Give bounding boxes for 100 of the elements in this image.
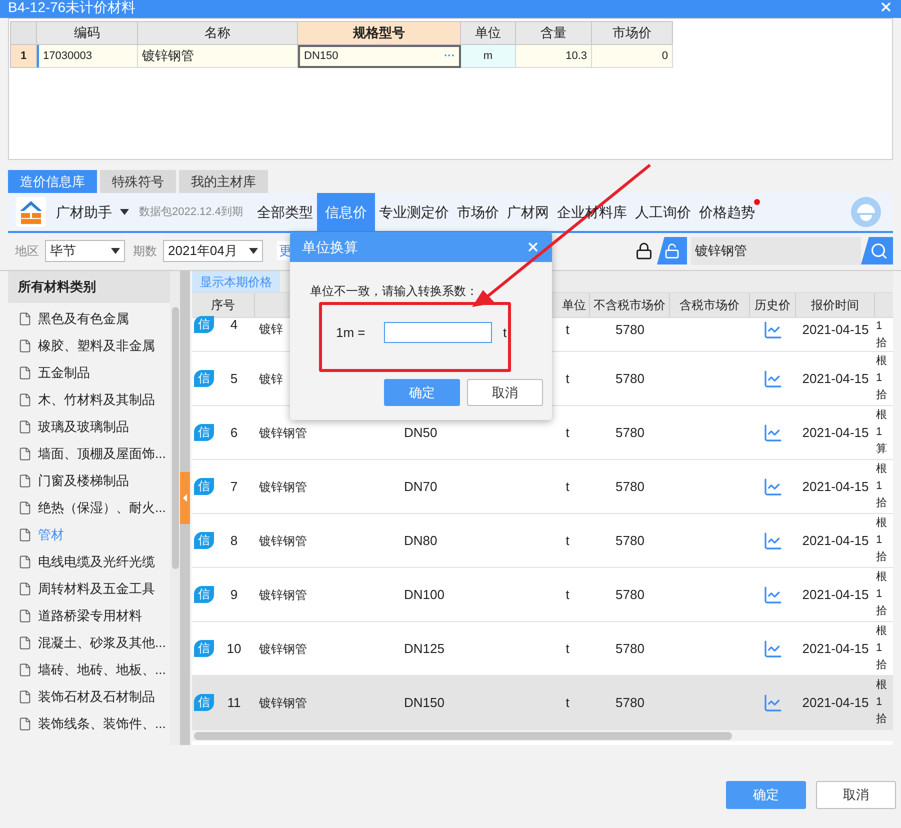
table-cell-text: t: [564, 532, 570, 550]
category-item[interactable]: 装饰石材及石材制品: [8, 683, 170, 710]
brand-caret-icon: [120, 209, 129, 215]
table-cell[interactable]: 镀锌钢管: [138, 45, 298, 68]
info-badge: 信: [194, 370, 214, 387]
column-header[interactable]: 单位: [461, 21, 516, 45]
category-item[interactable]: 墙面、顶棚及屋面饰...: [8, 440, 170, 467]
price-history-icon[interactable]: [763, 320, 783, 340]
nav-tab[interactable]: 专业测定价: [374, 193, 453, 231]
row-number: 10: [226, 640, 242, 658]
table-cell-text: 根: [876, 624, 888, 639]
table-row[interactable]: 信 9 镀锌钢管 DN100 t 5780 2021-04-15 根 1 拾: [192, 568, 893, 622]
info-badge: 信: [194, 586, 214, 603]
cancel-button[interactable]: 取消: [467, 379, 543, 406]
nav-tab[interactable]: 广材网: [502, 193, 553, 231]
category-item[interactable]: 门窗及楼梯制品: [8, 467, 170, 494]
column-header: 报价时间: [796, 293, 875, 317]
collapse-handle[interactable]: [180, 472, 190, 524]
price-history-icon[interactable]: [763, 422, 783, 442]
price-history-icon[interactable]: [763, 530, 783, 550]
nav-tab[interactable]: 市场价: [452, 193, 503, 231]
row-number: 8: [229, 532, 239, 550]
period-dropdown[interactable]: 2021年04月: [163, 240, 263, 262]
brand-name[interactable]: 广材助手: [56, 202, 112, 222]
tab[interactable]: 我的主材库: [179, 170, 268, 193]
category-item[interactable]: 五金制品: [8, 359, 170, 386]
lock-icon[interactable]: [635, 242, 653, 260]
table-cell-text: 根: [876, 516, 888, 531]
table-cell-text: DN100: [403, 586, 446, 604]
table-cell[interactable]: 0: [592, 45, 673, 68]
info-badge: 信: [194, 424, 214, 441]
scrollbar-thumb[interactable]: [172, 307, 178, 569]
column-header: 含税市场价: [670, 293, 750, 317]
category-item[interactable]: 橡胶、塑料及非金属: [8, 332, 170, 359]
info-badge: 信: [194, 316, 214, 334]
table-cell[interactable]: DN150 ···: [298, 45, 461, 68]
table-cell-text: 1: [876, 319, 884, 334]
table-cell-text: 5780: [614, 586, 646, 604]
table-cell-text: 根: [876, 462, 888, 477]
table-row[interactable]: 信 8 镀锌钢管 DN80 t 5780 2021-04-15 根 1 拾: [192, 514, 893, 568]
column-header[interactable]: 含量: [516, 21, 592, 45]
table-row[interactable]: 信 6 镀锌钢管 DN50 t 5780 2021-04-15 根 1 算: [192, 406, 893, 460]
cancel-button[interactable]: 取消: [816, 781, 896, 809]
table-row[interactable]: 信 7 镀锌钢管 DN70 t 5780 2021-04-15 根 1 拾: [192, 460, 893, 514]
category-item[interactable]: 电线电缆及光纤光缆: [8, 548, 170, 575]
category-item[interactable]: 周转材料及五金工具: [8, 575, 170, 602]
search-button[interactable]: [861, 236, 893, 264]
row-number: 11: [226, 694, 242, 712]
category-item[interactable]: 墙砖、地砖、地板、...: [8, 656, 170, 683]
column-header[interactable]: 规格型号: [298, 21, 461, 45]
table-cell[interactable]: 17030003: [37, 45, 138, 68]
dropdown-caret-icon: [249, 248, 258, 254]
table-cell-text: t: [564, 370, 570, 388]
table-cell-text: 镀锌: [259, 370, 283, 388]
table-cell[interactable]: 10.3: [516, 45, 592, 68]
row-number: 4: [229, 316, 239, 334]
category-item[interactable]: 混凝土、砂浆及其他...: [8, 629, 170, 656]
region-dropdown[interactable]: 毕节: [45, 240, 125, 262]
search-field[interactable]: 镀锌钢管: [691, 236, 861, 264]
price-history-icon[interactable]: [763, 692, 783, 712]
scrollbar-thumb[interactable]: [194, 732, 732, 740]
table-cell-text: 镀锌钢管: [259, 694, 307, 712]
nav-tab[interactable]: 价格趋势: [694, 193, 759, 231]
price-history-icon[interactable]: [763, 638, 783, 658]
column-header[interactable]: 市场价: [592, 21, 673, 45]
price-history-icon[interactable]: [763, 368, 783, 388]
table-cell[interactable]: m: [461, 45, 516, 68]
table-cell-text: 2021-04-15: [801, 640, 870, 658]
search-icon: [870, 242, 888, 260]
region-label: 地区: [15, 242, 39, 260]
dialog-message: 单位不一致，请输入转换系数：: [310, 283, 478, 300]
conversion-input[interactable]: [384, 322, 492, 343]
category-item[interactable]: 装饰线条、装饰件、...: [8, 710, 170, 737]
category-item[interactable]: 木、竹材料及其制品: [8, 386, 170, 413]
category-item[interactable]: 黑色及有色金属: [8, 305, 170, 332]
table-cell-text: 5780: [614, 640, 646, 658]
tab[interactable]: 特殊符号: [100, 170, 176, 193]
table-cell-text: 1: [876, 641, 884, 656]
info-badge: 信: [194, 478, 214, 495]
column-header: 历史价: [750, 293, 796, 317]
target-unit: t: [503, 324, 507, 342]
package-expiry: 数据包2022.12.4到期: [139, 204, 243, 220]
price-history-icon[interactable]: [763, 476, 783, 496]
close-icon[interactable]: [879, 0, 893, 14]
table-cell-text: DN70: [403, 478, 438, 496]
category-item[interactable]: 玻璃及玻璃制品: [8, 413, 170, 440]
column-header[interactable]: 名称: [138, 21, 298, 45]
table-cell-text: 镀锌钢管: [259, 424, 307, 442]
file-icon: [18, 716, 32, 730]
table-row[interactable]: 信 10 镀锌钢管 DN125 t 5780 2021-04-15 根 1 拾: [192, 622, 893, 676]
nav-tab[interactable]: 全部类型: [252, 193, 317, 231]
column-header[interactable]: 编码: [37, 21, 138, 45]
table-cell-text: 1: [876, 587, 884, 602]
price-history-icon[interactable]: [763, 584, 783, 604]
nav-tab[interactable]: 人工询价: [630, 193, 695, 231]
category-item[interactable]: 绝热（保湿）、耐火...: [8, 494, 170, 521]
category-item[interactable]: 道路桥梁专用材料: [8, 602, 170, 629]
close-icon[interactable]: [526, 240, 540, 254]
table-row[interactable]: 信 11 镀锌钢管 DN150 t 5780 2021-04-15 根 1 拾: [192, 676, 893, 730]
file-icon: [18, 446, 32, 460]
